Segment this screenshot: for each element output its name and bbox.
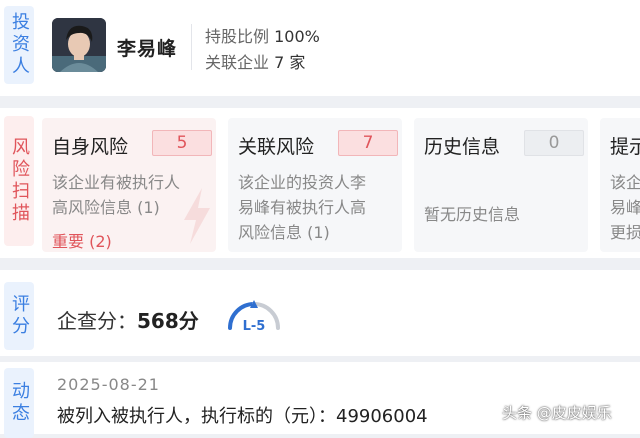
dynamic-side-label: 动态 — [4, 368, 34, 438]
dynamic-text[interactable]: 被列入被执行人，执行标的（元）：49906004 — [57, 402, 428, 428]
avatar[interactable] — [52, 18, 106, 72]
risk-card-desc: 暂无历史信息 — [424, 202, 520, 227]
risk-card-related[interactable]: 关联风险 7 该企业的投资人李 易峰有被执行人高 风险信息 (1) — [228, 118, 402, 252]
related-company-row[interactable]: 关联企业 7 家 — [205, 49, 305, 73]
share-ratio-label: 持股比例 — [205, 27, 270, 46]
dynamic-date: 2025-08-21 — [57, 375, 160, 394]
important-note: 重要 (2) — [52, 232, 112, 251]
related-company-value: 7 家 — [274, 53, 306, 72]
desc-line: 风险信息 (1) — [238, 223, 330, 242]
score-side-label: 评分 — [4, 282, 34, 350]
risk-count-badge: 0 — [524, 130, 584, 156]
watermark: 头条 @皮皮娱乐 — [502, 404, 612, 422]
level-badge[interactable]: L-5 — [224, 296, 284, 334]
risk-card-title: 提示 — [610, 136, 640, 158]
risk-count-badge: 5 — [152, 130, 212, 156]
desc-line: 易峰 — [610, 198, 640, 217]
desc-line: 该企 — [610, 173, 640, 192]
risk-card-desc: 该企业有被执行人 高风险信息 (1) — [52, 170, 180, 220]
level-text: L-5 — [243, 319, 266, 334]
lightning-icon — [184, 188, 210, 244]
desc-line: 更损 — [610, 223, 640, 242]
risk-card-history[interactable]: 历史信息 0 暂无历史信息 — [414, 118, 588, 252]
risk-card-desc: 该企 易峰 更损 — [610, 170, 640, 245]
desc-line: 暂无历史信息 — [424, 205, 521, 224]
risk-count-badge: 7 — [338, 130, 398, 156]
score-value: 568分 — [137, 309, 199, 333]
desc-line: 高风险信息 (1) — [52, 198, 160, 217]
divider — [191, 24, 192, 70]
desc-line: 该企业的投资人李 — [238, 173, 367, 192]
share-ratio-value: 100% — [274, 27, 320, 46]
share-ratio-row: 持股比例 100% — [205, 23, 320, 47]
risk-scan-section: 风险扫描 自身风险 5 该企业有被执行人 高风险信息 (1) 重要 (2) 关联… — [0, 108, 640, 258]
gauge-icon: L-5 — [228, 300, 280, 334]
risk-card-title: 历史信息 — [424, 136, 501, 158]
score-row: 企查分：568分 — [57, 305, 199, 334]
risk-card-tips[interactable]: 提示 该企 易峰 更损 — [600, 118, 640, 252]
desc-line: 易峰有被执行人高 — [238, 198, 367, 217]
risk-card-title: 自身风险 — [52, 136, 129, 158]
risk-card-title: 关联风险 — [238, 136, 315, 158]
investor-side-label: 投资人 — [4, 6, 34, 84]
score-label: 企查分： — [57, 309, 137, 333]
risk-card-self[interactable]: 自身风险 5 该企业有被执行人 高风险信息 (1) 重要 (2) — [42, 118, 216, 252]
risk-side-label: 风险扫描 — [4, 116, 34, 246]
related-company-label: 关联企业 — [205, 53, 270, 72]
desc-line: 该企业有被执行人 — [52, 173, 181, 192]
investor-name[interactable]: 李易峰 — [117, 34, 177, 61]
risk-card-desc: 该企业的投资人李 易峰有被执行人高 风险信息 (1) — [238, 170, 366, 245]
